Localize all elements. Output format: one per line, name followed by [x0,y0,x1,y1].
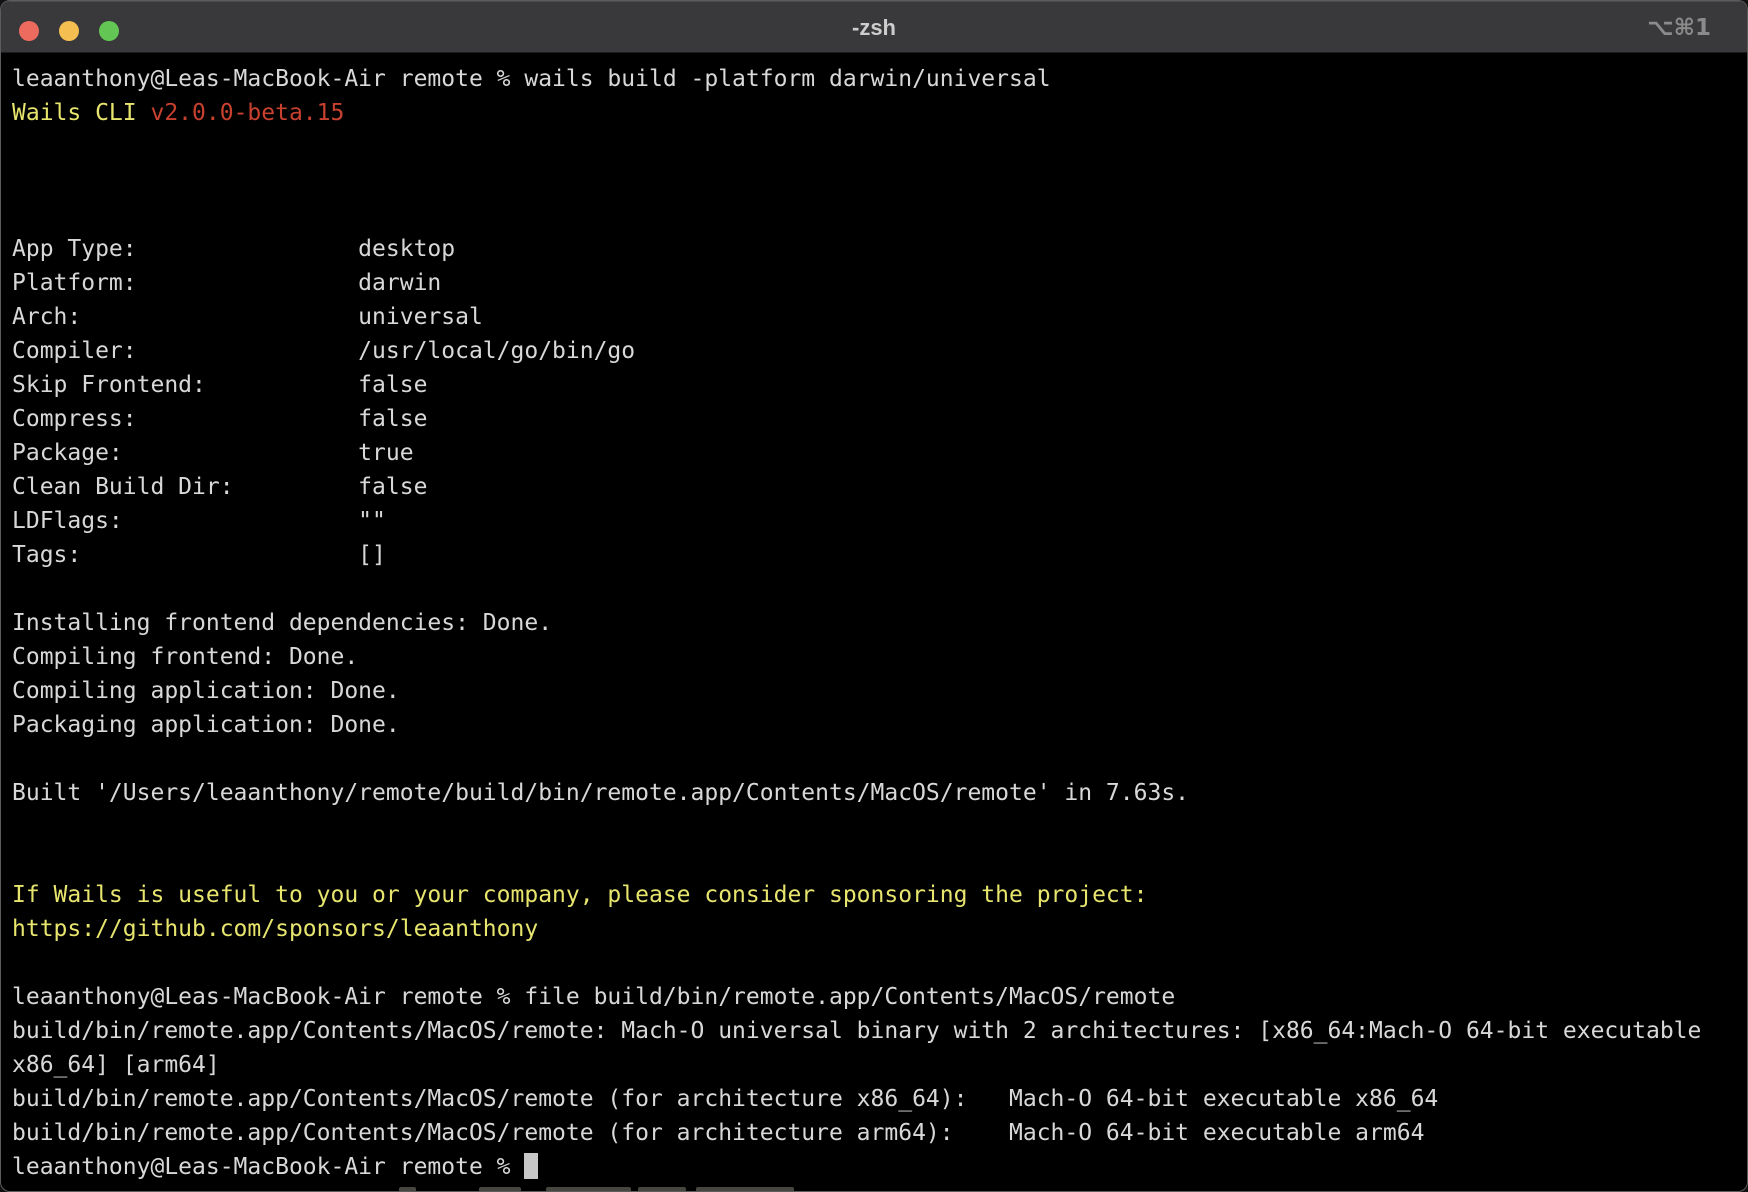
terminal-line: https://github.com/sponsors/leaanthony [12,912,1747,946]
clipped-glyph [546,1187,631,1192]
clipped-background-content [1,1186,1748,1192]
window-titlebar[interactable]: -zsh ⌥⌘1 [1,1,1747,53]
terminal-text-segment: If Wails is useful to you or your compan… [12,882,1147,908]
terminal-line [12,572,1747,606]
terminal-line [12,810,1747,844]
terminal-text-segment: Built '/Users/leaanthony/remote/build/bi… [12,780,1189,806]
terminal-line: build/bin/remote.app/Contents/MacOS/remo… [12,1014,1747,1048]
terminal-text-segment: leaanthony@Leas-MacBook-Air remote % fil… [12,984,1175,1010]
terminal-line: Tags: [] [12,538,1747,572]
terminal-text-segment: Packaging application: Done. [12,712,400,738]
terminal-screen[interactable]: leaanthony@Leas-MacBook-Air remote % wai… [1,53,1747,1184]
terminal-line: Platform: darwin [12,266,1747,300]
terminal-text-segment: Clean Build Dir: false [12,474,427,500]
terminal-text-segment: Compiling application: Done. [12,678,400,704]
terminal-text-segment: Skip Frontend: false [12,372,427,398]
terminal-line: If Wails is useful to you or your compan… [12,878,1747,912]
terminal-text-segment: Package: true [12,440,414,466]
terminal-line: x86_64] [arm64] [12,1048,1747,1082]
terminal-line: build/bin/remote.app/Contents/MacOS/remo… [12,1116,1747,1150]
terminal-line: Compiler: /usr/local/go/bin/go [12,334,1747,368]
terminal-line [12,742,1747,776]
window-title: -zsh [1,1,1747,53]
terminal-text-segment: v2.0.0-beta.15 [150,100,344,126]
terminal-line: Package: true [12,436,1747,470]
terminal-text-segment: build/bin/remote.app/Contents/MacOS/remo… [12,1086,1438,1112]
clipped-glyph [638,1187,686,1192]
text-cursor[interactable] [524,1153,538,1179]
terminal-text-segment: leaanthony@Leas-MacBook-Air remote % wai… [12,66,1051,92]
clipped-glyph [479,1187,521,1192]
terminal-text-segment: Installing frontend dependencies: Done. [12,610,552,636]
terminal-line: build/bin/remote.app/Contents/MacOS/remo… [12,1082,1747,1116]
terminal-text-segment: leaanthony@Leas-MacBook-Air remote % [12,1154,524,1180]
terminal-text-segment: build/bin/remote.app/Contents/MacOS/remo… [12,1120,1424,1146]
terminal-text-segment: Wails CLI [12,100,150,126]
terminal-text-segment: App Type: desktop [12,236,455,262]
terminal-line [12,130,1747,164]
terminal-line: Built '/Users/leaanthony/remote/build/bi… [12,776,1747,810]
tab-shortcut-badge: ⌥⌘1 [1647,1,1711,53]
terminal-line: leaanthony@Leas-MacBook-Air remote % wai… [12,62,1747,96]
terminal-line [12,198,1747,232]
terminal-text-segment: x86_64] [arm64] [12,1052,220,1078]
terminal-line: App Type: desktop [12,232,1747,266]
terminal-line: leaanthony@Leas-MacBook-Air remote % [12,1150,1747,1184]
terminal-window: -zsh ⌥⌘1 leaanthony@Leas-MacBook-Air rem… [0,0,1748,1192]
terminal-line: Skip Frontend: false [12,368,1747,402]
terminal-line: Installing frontend dependencies: Done. [12,606,1747,640]
terminal-text-segment: Tags: [] [12,542,386,568]
terminal-text-segment: Arch: universal [12,304,483,330]
clipped-glyph [399,1187,416,1192]
terminal-line: Compress: false [12,402,1747,436]
terminal-line: Compiling frontend: Done. [12,640,1747,674]
terminal-text-segment: build/bin/remote.app/Contents/MacOS/remo… [12,1018,1701,1044]
terminal-line: Clean Build Dir: false [12,470,1747,504]
terminal-text-segment: Compiler: /usr/local/go/bin/go [12,338,635,364]
clipped-glyph [696,1187,794,1192]
terminal-text-segment: Compiling frontend: Done. [12,644,358,670]
terminal-line: Wails CLI v2.0.0-beta.15 [12,96,1747,130]
terminal-line: Arch: universal [12,300,1747,334]
terminal-line: Compiling application: Done. [12,674,1747,708]
terminal-line [12,946,1747,980]
terminal-text-segment: Compress: false [12,406,427,432]
terminal-text-segment: Platform: darwin [12,270,441,296]
terminal-text-segment: LDFlags: "" [12,508,386,534]
terminal-line: leaanthony@Leas-MacBook-Air remote % fil… [12,980,1747,1014]
terminal-line: LDFlags: "" [12,504,1747,538]
terminal-text-segment: https://github.com/sponsors/leaanthony [12,916,538,942]
terminal-line: Packaging application: Done. [12,708,1747,742]
terminal-line [12,844,1747,878]
terminal-line [12,164,1747,198]
